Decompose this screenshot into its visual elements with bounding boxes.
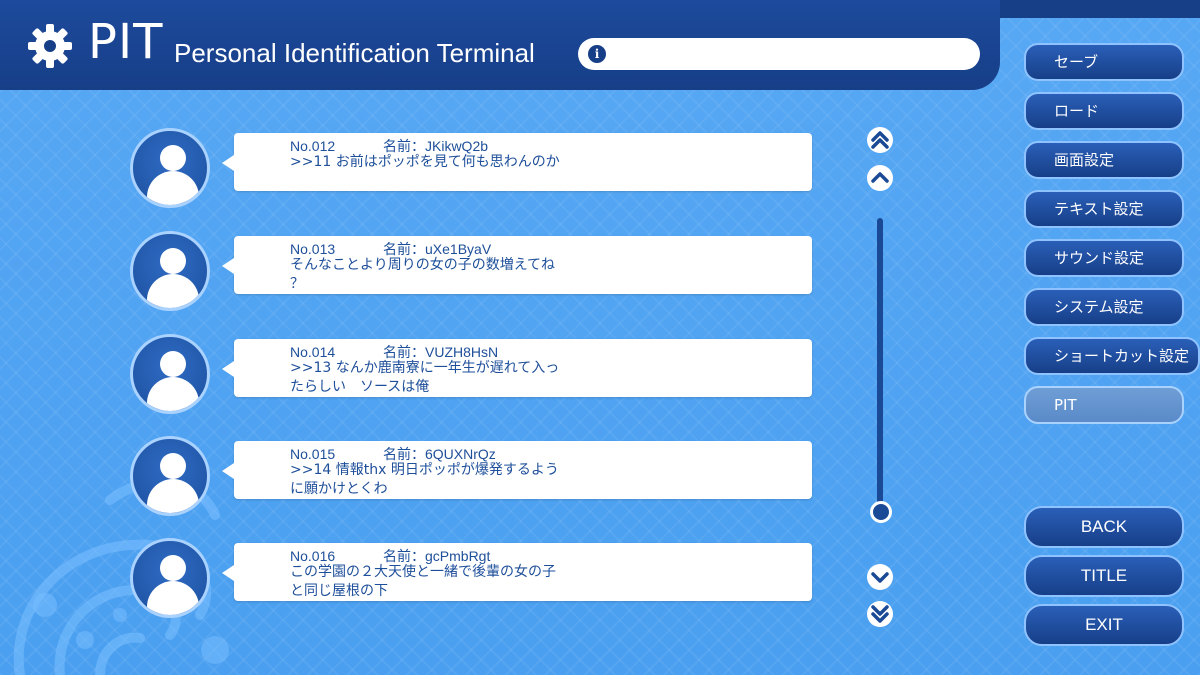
- message-item: No.016 名前：gcPmbRgt この学園の２大天使と一緒で後輩の女の子 と同…: [130, 538, 820, 618]
- menu-item-text-settings[interactable]: テキスト設定: [1024, 190, 1184, 228]
- menu-item-system-settings[interactable]: システム設定: [1024, 288, 1184, 326]
- message-bubble: No.013 名前：uXe1ByaV そんなことより周りの女の子の数増えてね ？: [222, 236, 812, 294]
- app-subtitle: Personal Identification Terminal: [174, 38, 535, 68]
- user-avatar-icon: [130, 436, 210, 516]
- user-avatar-icon: [130, 128, 210, 208]
- menu-item-shortcut-settings[interactable]: ショートカット設定: [1024, 337, 1200, 375]
- info-bar: i: [578, 38, 980, 70]
- chevron-down-icon[interactable]: [866, 563, 894, 591]
- header-bar: PIT Personal Identification Terminal i: [0, 0, 1000, 90]
- message-number: No.015: [290, 446, 336, 462]
- message-text: >>14 情報thx 明日ポッポが爆発するよう に願かけとくわ: [290, 462, 559, 497]
- gear-icon[interactable]: [26, 22, 74, 70]
- message-author: 名前：gcPmbRgt: [383, 548, 491, 564]
- exit-button[interactable]: EXIT: [1024, 604, 1184, 646]
- user-avatar-icon: [130, 231, 210, 311]
- menu-item-screen-settings[interactable]: 画面設定: [1024, 141, 1184, 179]
- title-button[interactable]: TITLE: [1024, 555, 1184, 597]
- chevron-up-icon[interactable]: [866, 164, 894, 192]
- header-strip: [1000, 0, 1200, 18]
- message-text: この学園の２大天使と一緒で後輩の女の子 と同じ屋根の下: [290, 564, 556, 599]
- message-number: No.016: [290, 548, 336, 564]
- message-bubble: No.014 名前：VUZH8HsN >>13 なんか鹿南寮に一年生が遅れて入っ …: [222, 339, 812, 397]
- message-bubble: No.016 名前：gcPmbRgt この学園の２大天使と一緒で後輩の女の子 と同…: [222, 543, 812, 601]
- app-title: PIT: [88, 14, 164, 70]
- message-item: No.013 名前：uXe1ByaV そんなことより周りの女の子の数増えてね ？: [130, 231, 820, 311]
- message-bubble: No.012 名前：JKikwQ2b >>11 お前はポッポを見て何も思わんのか: [222, 133, 812, 191]
- message-item: No.015 名前：6QUXNrQz >>14 情報thx 明日ポッポが爆発するよ…: [130, 436, 820, 516]
- message-item: No.014 名前：VUZH8HsN >>13 なんか鹿南寮に一年生が遅れて入っ …: [130, 334, 820, 414]
- info-icon: i: [588, 45, 606, 63]
- message-author: 名前：JKikwQ2b: [383, 138, 489, 154]
- message-text: >>11 お前はポッポを見て何も思わんのか: [290, 154, 560, 170]
- message-number: No.014: [290, 344, 336, 360]
- user-avatar-icon: [130, 538, 210, 618]
- message-author: 名前：6QUXNrQz: [383, 446, 496, 462]
- menu-item-save[interactable]: セーブ: [1024, 43, 1184, 81]
- double-chevron-down-icon[interactable]: [866, 600, 894, 628]
- message-text: そんなことより周りの女の子の数増えてね ？: [290, 257, 556, 292]
- menu-item-sound-settings[interactable]: サウンド設定: [1024, 239, 1184, 277]
- menu-item-load[interactable]: ロード: [1024, 92, 1184, 130]
- user-avatar-icon: [130, 334, 210, 414]
- scrollbar-thumb[interactable]: [870, 501, 892, 523]
- message-author: 名前：VUZH8HsN: [383, 344, 499, 360]
- double-chevron-up-icon[interactable]: [866, 126, 894, 154]
- message-item: No.012 名前：JKikwQ2b >>11 お前はポッポを見て何も思わんのか: [130, 128, 820, 208]
- message-text: >>13 なんか鹿南寮に一年生が遅れて入っ たらしい ソースは俺: [290, 360, 560, 395]
- message-author: 名前：uXe1ByaV: [383, 241, 492, 257]
- scrollbar-track[interactable]: [877, 218, 883, 508]
- message-number: No.013: [290, 241, 336, 257]
- back-button[interactable]: BACK: [1024, 506, 1184, 548]
- message-number: No.012: [290, 138, 336, 154]
- message-bubble: No.015 名前：6QUXNrQz >>14 情報thx 明日ポッポが爆発するよ…: [222, 441, 812, 499]
- menu-item-pit[interactable]: PIT: [1024, 386, 1184, 424]
